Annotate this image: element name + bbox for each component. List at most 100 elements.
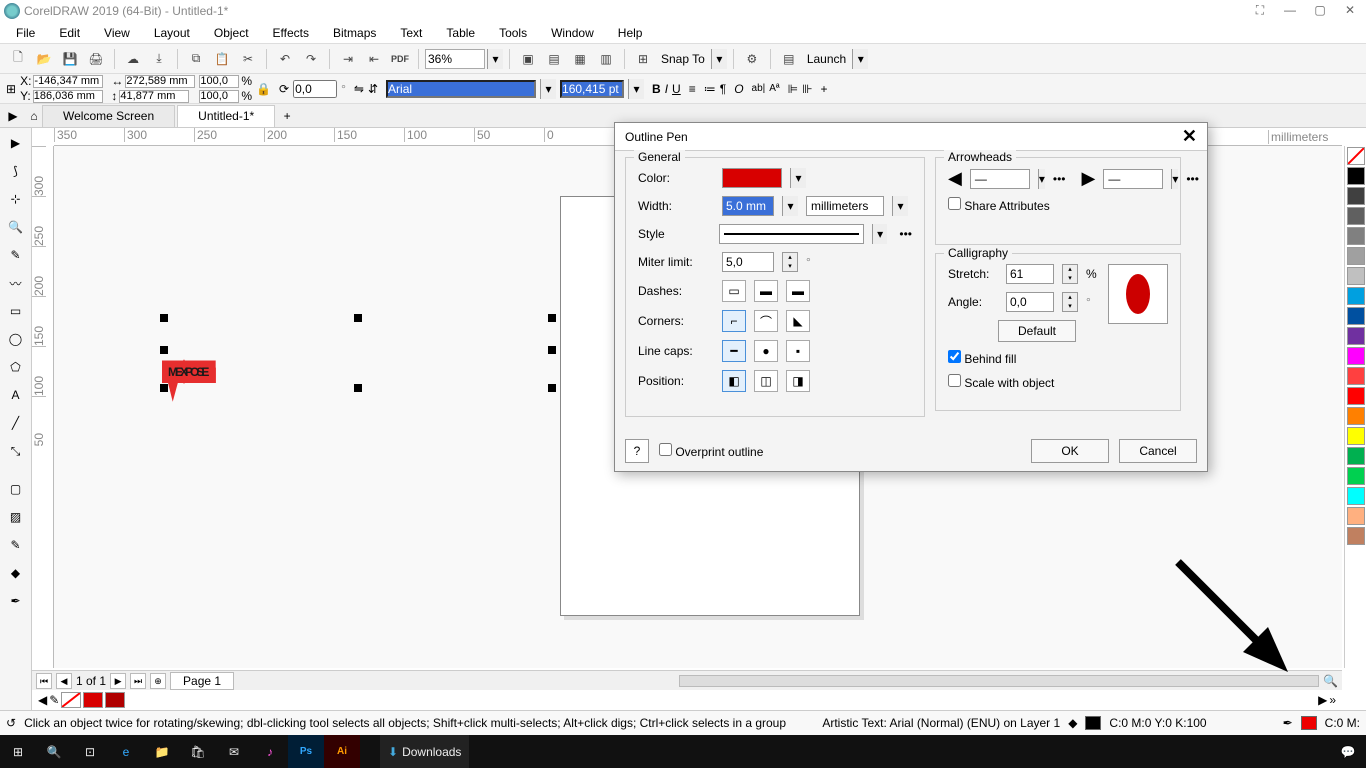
pos-outside[interactable]: ◧ bbox=[722, 370, 746, 392]
menu-object[interactable]: Object bbox=[202, 24, 261, 42]
window-close[interactable]: ✕ bbox=[1338, 3, 1362, 19]
h-input[interactable] bbox=[119, 90, 189, 103]
palette-next-icon[interactable]: ▶ bbox=[1318, 693, 1327, 707]
launch-icon[interactable]: ▤ bbox=[777, 47, 801, 71]
window-maximize[interactable]: ▢ bbox=[1308, 3, 1332, 19]
artwork-text-object[interactable]: MEXPOSE bbox=[162, 296, 582, 406]
connector-tool-icon[interactable]: ⤡ bbox=[3, 438, 29, 464]
rotate-icon[interactable]: ⟳ bbox=[279, 82, 289, 96]
mirror-v-icon[interactable]: ⇵ bbox=[368, 82, 378, 96]
palette-more-icon[interactable]: » bbox=[1329, 693, 1336, 707]
undo-icon[interactable]: ↶ bbox=[273, 47, 297, 71]
fill-bucket-icon[interactable]: ◆ bbox=[1068, 716, 1077, 730]
tab-untitled[interactable]: Untitled-1* bbox=[177, 105, 275, 127]
snap-to-label[interactable]: Snap To bbox=[657, 52, 709, 66]
export-icon[interactable]: ⇤ bbox=[362, 47, 386, 71]
arrow-start-options[interactable]: ••• bbox=[1053, 172, 1066, 186]
scale-with-object-check[interactable]: Scale with object bbox=[948, 374, 1054, 390]
sx-input[interactable] bbox=[199, 75, 239, 88]
rulers-icon[interactable]: ▤ bbox=[542, 47, 566, 71]
doc-swatch[interactable] bbox=[105, 692, 125, 708]
ab-icon[interactable]: ab| bbox=[752, 83, 766, 94]
menu-bitmaps[interactable]: Bitmaps bbox=[321, 24, 388, 42]
swatch[interactable] bbox=[1347, 287, 1365, 305]
snap-icon[interactable]: ⊞ bbox=[631, 47, 655, 71]
mail-icon[interactable]: ✉ bbox=[216, 735, 252, 768]
outline-tool-icon[interactable]: ✒ bbox=[3, 588, 29, 614]
zoom-out-icon[interactable]: 🔍 bbox=[1323, 674, 1338, 688]
snap-dropdown[interactable]: ▾ bbox=[711, 49, 727, 69]
options-icon[interactable]: ⚙ bbox=[740, 47, 764, 71]
doc-swatch-none[interactable] bbox=[61, 692, 81, 708]
edge-icon[interactable]: e bbox=[108, 735, 144, 768]
transparency-tool-icon[interactable]: ▨ bbox=[3, 504, 29, 530]
new-doc-icon[interactable]: 🗋 bbox=[6, 47, 30, 71]
launch-label[interactable]: Launch bbox=[803, 52, 850, 66]
illustrator-icon[interactable]: Ai bbox=[324, 735, 360, 768]
launch-dropdown[interactable]: ▾ bbox=[852, 49, 868, 69]
h-scrollbar[interactable] bbox=[679, 675, 1319, 687]
outline-color-picker[interactable] bbox=[722, 168, 782, 188]
zoom-dropdown[interactable]: ▾ bbox=[487, 49, 503, 69]
line-style-select[interactable] bbox=[719, 224, 864, 244]
menu-file[interactable]: File bbox=[4, 24, 47, 42]
swatch[interactable] bbox=[1347, 187, 1365, 205]
explorer-icon[interactable]: 📁 bbox=[144, 735, 180, 768]
eyedropper-tool-icon[interactable]: ✎ bbox=[3, 532, 29, 558]
crop-tool-icon[interactable]: ⊹ bbox=[3, 186, 29, 212]
zoom-level[interactable] bbox=[425, 49, 485, 69]
ok-button[interactable]: OK bbox=[1031, 439, 1109, 463]
stretch-spinner[interactable]: ▴▾ bbox=[1062, 264, 1078, 284]
cut-icon[interactable]: ✂ bbox=[236, 47, 260, 71]
dash-align-none[interactable]: ▭ bbox=[722, 280, 746, 302]
swatch[interactable] bbox=[1347, 247, 1365, 265]
pos-inside[interactable]: ◨ bbox=[786, 370, 810, 392]
paste-icon[interactable]: 📋 bbox=[210, 47, 234, 71]
cap-butt[interactable]: ━ bbox=[722, 340, 746, 362]
style-dropdown[interactable]: ▾ bbox=[872, 224, 887, 244]
itunes-icon[interactable]: ♪ bbox=[252, 735, 288, 768]
aa-icon[interactable]: Aª bbox=[769, 83, 779, 94]
store-icon[interactable]: 🛍 bbox=[180, 735, 216, 768]
cloud-down-icon[interactable]: ⤓ bbox=[147, 47, 171, 71]
units-dropdown[interactable]: ▾ bbox=[892, 196, 908, 216]
status-fill-swatch[interactable] bbox=[1085, 716, 1101, 730]
swatch[interactable] bbox=[1347, 267, 1365, 285]
help-button[interactable]: ? bbox=[625, 439, 649, 463]
page-add-icon[interactable]: ⊕ bbox=[150, 673, 166, 689]
search-icon[interactable]: 🔍 bbox=[36, 735, 72, 768]
menu-edit[interactable]: Edit bbox=[47, 24, 92, 42]
dash-align-end[interactable]: ▬ bbox=[786, 280, 810, 302]
menu-text[interactable]: Text bbox=[388, 24, 434, 42]
width-dropdown[interactable]: ▾ bbox=[782, 196, 798, 216]
print-icon[interactable]: 🖨 bbox=[84, 47, 108, 71]
freehand-tool-icon[interactable]: ✎ bbox=[3, 242, 29, 268]
rectangle-tool-icon[interactable]: ▭ bbox=[3, 298, 29, 324]
cap-square[interactable]: ▪ bbox=[786, 340, 810, 362]
lock-ratio-icon[interactable]: 🔒 bbox=[256, 82, 271, 96]
corner-bevel[interactable]: ◣ bbox=[786, 310, 810, 332]
swatch[interactable] bbox=[1347, 387, 1365, 405]
arrow-end-select[interactable]: — bbox=[1103, 169, 1163, 189]
palette-prev-icon[interactable]: ◀ bbox=[38, 693, 47, 707]
textdir-h-icon[interactable]: ⊫ bbox=[788, 82, 798, 96]
notification-icon[interactable]: 💬 bbox=[1330, 735, 1366, 768]
color-dropdown[interactable]: ▾ bbox=[790, 168, 806, 188]
swatch[interactable] bbox=[1347, 427, 1365, 445]
angle-spinner[interactable]: ▴▾ bbox=[1062, 292, 1078, 312]
window-extra-icon[interactable]: ⛶ bbox=[1248, 3, 1272, 19]
page-next-icon[interactable]: ▶ bbox=[110, 673, 126, 689]
corner-round[interactable]: ⌒ bbox=[754, 310, 778, 332]
cancel-button[interactable]: Cancel bbox=[1119, 439, 1197, 463]
artistic-media-icon[interactable]: 〰 bbox=[3, 270, 29, 296]
textdir-v-icon[interactable]: ⊪ bbox=[802, 82, 812, 96]
dropshadow-tool-icon[interactable]: ▢ bbox=[3, 476, 29, 502]
parallel-dim-icon[interactable]: ╱ bbox=[3, 410, 29, 436]
opentype-icon[interactable]: O bbox=[734, 82, 743, 96]
swatch[interactable] bbox=[1347, 467, 1365, 485]
download-notification[interactable]: ⬇Downloads bbox=[380, 735, 469, 768]
taskview-icon[interactable]: ⊡ bbox=[72, 735, 108, 768]
dash-align-start[interactable]: ▬ bbox=[754, 280, 778, 302]
outline-width-input[interactable] bbox=[722, 196, 774, 216]
home-icon[interactable]: ⌂ bbox=[26, 109, 42, 123]
